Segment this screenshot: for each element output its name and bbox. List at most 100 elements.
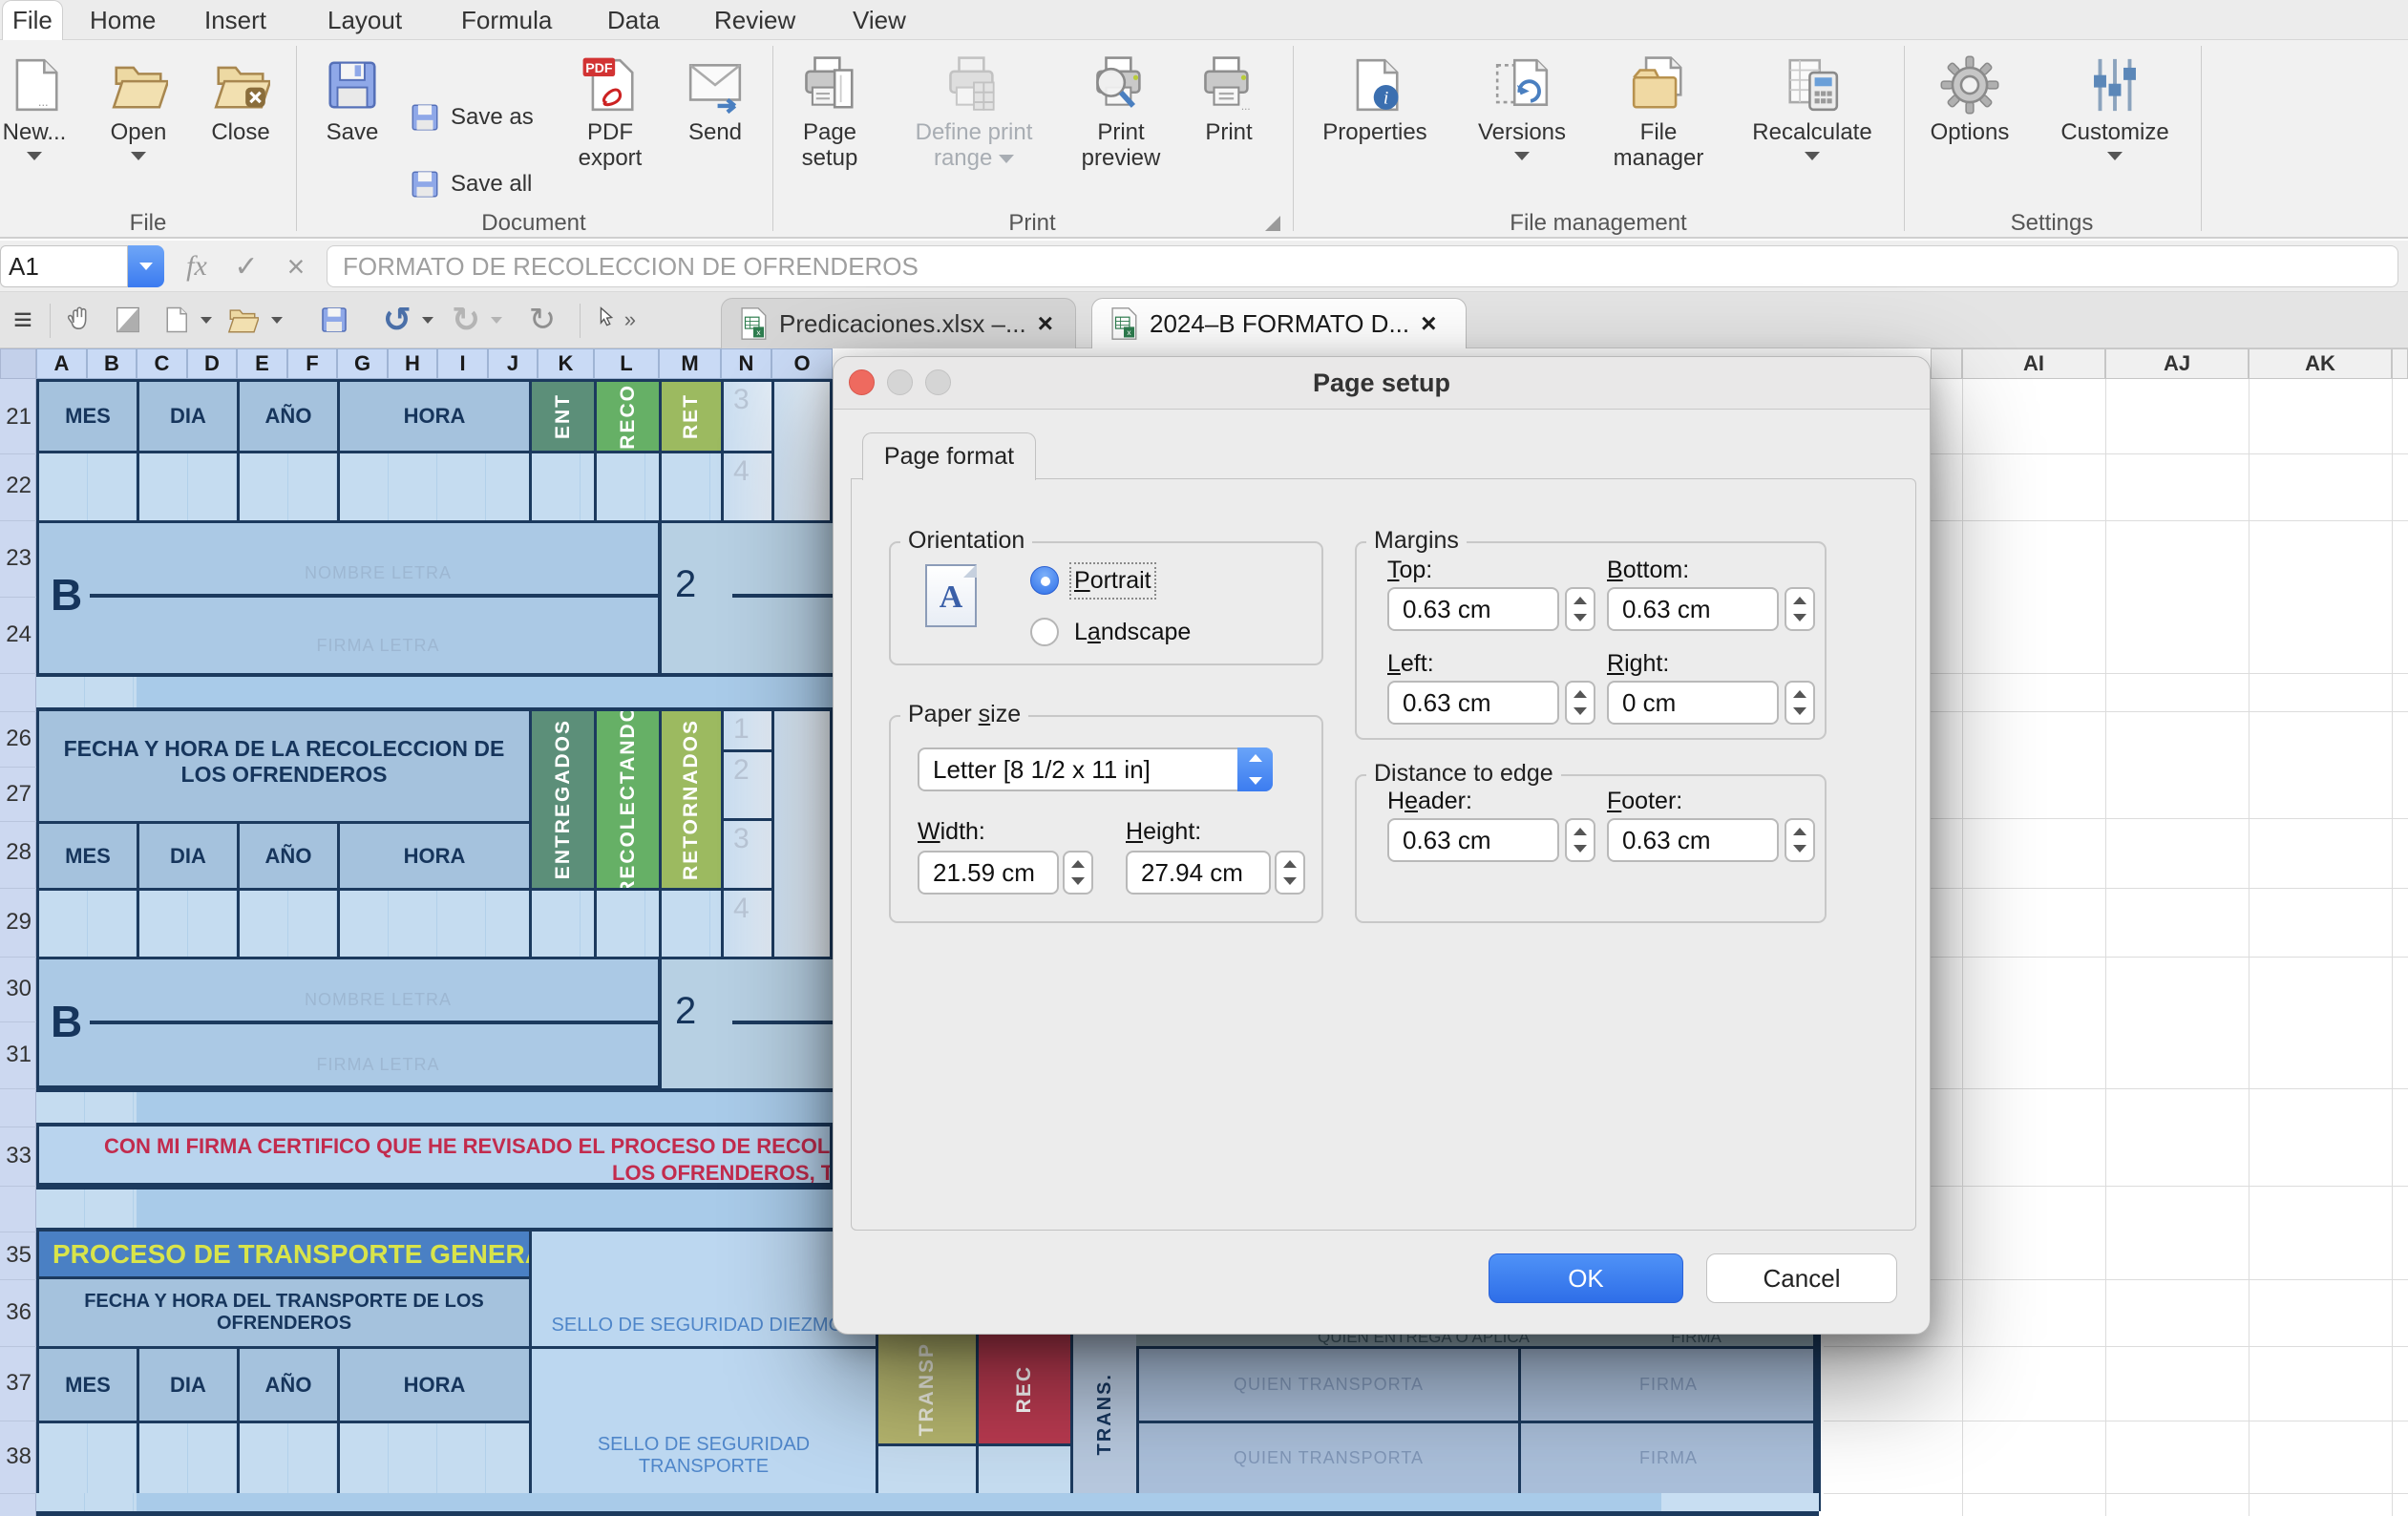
- new-button[interactable]: ... New...: [0, 55, 78, 160]
- properties-button[interactable]: i Properties: [1321, 55, 1428, 146]
- col-header-partial[interactable]: [2392, 348, 2408, 379]
- cell-empty[interactable]: [594, 451, 662, 523]
- cell-empty[interactable]: [976, 1443, 1073, 1496]
- cell-empty[interactable]: [237, 451, 340, 523]
- cell-empty[interactable]: [659, 888, 724, 959]
- cell-n2[interactable]: 2: [721, 749, 774, 821]
- menu-layout[interactable]: Layout: [318, 0, 412, 40]
- dialog-title-bar[interactable]: Page setup: [834, 357, 1930, 410]
- menu-data[interactable]: Data: [598, 0, 669, 40]
- refresh-icon[interactable]: ↻: [523, 300, 561, 340]
- select-cursor-icon[interactable]: »: [594, 300, 636, 340]
- separator-row[interactable]: [36, 1493, 1819, 1511]
- separator-row[interactable]: [36, 673, 833, 711]
- col-header-K[interactable]: K: [538, 348, 594, 379]
- col-header-E[interactable]: E: [237, 348, 287, 379]
- cell-ano-header[interactable]: AÑO: [237, 379, 340, 453]
- redo-dropdown-arrow[interactable]: [487, 300, 506, 340]
- menu-review[interactable]: Review: [705, 0, 805, 40]
- col-header-L[interactable]: L: [594, 348, 659, 379]
- certification-text-cell[interactable]: CON MI FIRMA CERTIFICO QUE HE REVISADO E…: [36, 1124, 833, 1186]
- cell-dia-header[interactable]: DIA: [137, 379, 240, 453]
- cell-mes-header[interactable]: MES: [36, 821, 139, 891]
- paper-size-select[interactable]: Letter [8 1/2 x 11 in]: [918, 747, 1273, 791]
- cell-sello-diezmos[interactable]: SELLO DE SEGURIDAD DIEZMOS: [529, 1229, 878, 1349]
- close-button[interactable]: Close: [197, 55, 285, 146]
- cell-empty[interactable]: [876, 1443, 979, 1496]
- cell-hora-header[interactable]: HORA: [337, 821, 532, 891]
- doc-tab-2024-b-formato[interactable]: x 2024–B FORMATO D... ×: [1091, 298, 1467, 348]
- cell-count-region[interactable]: 2: [658, 959, 835, 1091]
- portrait-radio[interactable]: [1030, 566, 1059, 595]
- save-button[interactable]: Save: [308, 55, 396, 146]
- left-margin-field[interactable]: 0.63 cm: [1387, 681, 1559, 725]
- doc-tab-predicaciones[interactable]: x Predicaciones.xlsx –... ×: [721, 298, 1076, 348]
- paper-size-select-stepper[interactable]: [1237, 747, 1273, 791]
- separator-row[interactable]: [36, 1186, 833, 1232]
- cell-n3[interactable]: 3: [721, 818, 774, 891]
- row-header-strip[interactable]: 21 22 23 24 26 27 28 29 30 31 33 35 36 3…: [0, 379, 36, 1516]
- options-button[interactable]: Options: [1922, 55, 2017, 146]
- footer-distance-stepper[interactable]: [1785, 818, 1815, 862]
- reject-icon[interactable]: ×: [277, 245, 315, 287]
- header-distance-stepper[interactable]: [1565, 818, 1595, 862]
- col-header-N[interactable]: N: [721, 348, 771, 379]
- sidebar-toggle-icon[interactable]: ≡: [4, 300, 42, 340]
- col-header-A[interactable]: A: [36, 348, 87, 379]
- cell-mes-header[interactable]: MES: [36, 379, 139, 453]
- width-field[interactable]: 21.59 cm: [918, 851, 1059, 895]
- col-header-AK[interactable]: AK: [2249, 348, 2392, 379]
- separator-row[interactable]: [36, 1088, 833, 1126]
- cell-sello-transporte[interactable]: SELLO DE SEGURIDAD TRANSPORTE: [529, 1346, 878, 1496]
- cell-empty[interactable]: [137, 888, 240, 959]
- function-wizard-icon[interactable]: fx: [178, 245, 216, 287]
- height-field[interactable]: 27.94 cm: [1126, 851, 1271, 895]
- col-header-M[interactable]: M: [659, 348, 721, 379]
- cell-quien-transporta-2[interactable]: QUIEN TRANSPORTA: [1136, 1421, 1521, 1496]
- col-header-D[interactable]: D: [187, 348, 237, 379]
- cell-fecha-recoleccion-title[interactable]: FECHA Y HORA DE LA RECOLECCION DE LOS OF…: [36, 708, 532, 824]
- file-manager-button[interactable]: File manager: [1601, 55, 1716, 172]
- versions-dropdown-arrow[interactable]: [1514, 152, 1530, 160]
- new-dropdown-arrow[interactable]: [27, 152, 42, 160]
- cell-empty[interactable]: [36, 677, 137, 707]
- col-header-AI[interactable]: AI: [1962, 348, 2105, 379]
- col-header-C[interactable]: C: [137, 348, 187, 379]
- cell-retornados-cut[interactable]: RET: [659, 379, 724, 453]
- signature-block-b2[interactable]: B NOMBRE LETRA FIRMA LETRA 2: [36, 957, 833, 1088]
- col-header-F[interactable]: F: [287, 348, 337, 379]
- cell-count-region[interactable]: 2: [658, 523, 835, 679]
- col-header-O[interactable]: O: [771, 348, 833, 379]
- left-margin-stepper[interactable]: [1565, 681, 1595, 725]
- cell-ano-header[interactable]: AÑO: [237, 1346, 340, 1423]
- cell-reference-dropdown[interactable]: [128, 245, 164, 287]
- menu-file[interactable]: File: [2, 0, 63, 40]
- accept-icon[interactable]: ✓: [227, 245, 265, 287]
- cell-dia-header[interactable]: DIA: [137, 1346, 240, 1423]
- cell-empty[interactable]: [36, 1421, 139, 1496]
- recalculate-button[interactable]: Recalculate: [1753, 55, 1871, 160]
- cell-n3[interactable]: 3: [721, 379, 774, 453]
- page-setup-button[interactable]: Page setup: [780, 55, 879, 172]
- bottom-margin-field[interactable]: 0.63 cm: [1607, 587, 1779, 631]
- menu-view[interactable]: View: [843, 0, 916, 40]
- top-margin-field[interactable]: 0.63 cm: [1387, 587, 1559, 631]
- footer-distance-field[interactable]: 0.63 cm: [1607, 818, 1779, 862]
- versions-button[interactable]: Versions: [1474, 55, 1570, 160]
- cancel-button[interactable]: Cancel: [1706, 1253, 1897, 1303]
- cell-empty[interactable]: [137, 1421, 240, 1496]
- cell-empty[interactable]: [137, 451, 240, 523]
- undo-dropdown-arrow[interactable]: [418, 300, 437, 340]
- ok-button[interactable]: OK: [1489, 1253, 1683, 1303]
- landscape-radio[interactable]: [1030, 618, 1059, 646]
- cell-firma-1[interactable]: FIRMA: [1518, 1346, 1819, 1423]
- open-small-icon[interactable]: [222, 300, 264, 340]
- cell-dia-header[interactable]: DIA: [137, 821, 240, 891]
- cell-empty[interactable]: [237, 1421, 340, 1496]
- cell-empty[interactable]: [36, 451, 139, 523]
- menu-home[interactable]: Home: [80, 0, 165, 40]
- cell-mes-header[interactable]: MES: [36, 1346, 139, 1423]
- save-all-button[interactable]: Save all: [409, 168, 532, 200]
- col-header-G[interactable]: G: [337, 348, 388, 379]
- bottom-margin-stepper[interactable]: [1785, 587, 1815, 631]
